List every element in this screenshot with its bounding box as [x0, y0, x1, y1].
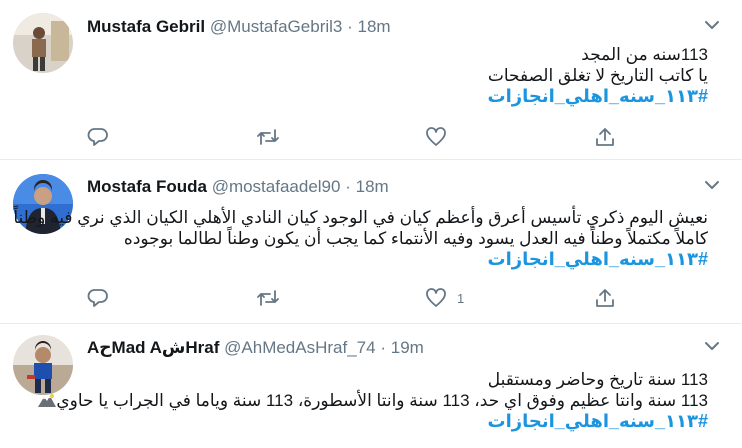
- retweet-button[interactable]: [256, 286, 280, 310]
- heart-icon: [425, 287, 447, 309]
- chevron-down-icon[interactable]: [702, 338, 722, 354]
- like-button[interactable]: 1: [425, 286, 464, 310]
- tweet-text: 113 سنة تاريخ وحاضر ومستقبل 113 سنة وانت…: [38, 369, 708, 432]
- share-button[interactable]: [594, 125, 616, 149]
- tweet-line: 113 سنة تاريخ وحاضر ومستقبل: [487, 370, 708, 389]
- like-count: 1: [457, 290, 465, 306]
- hashtag-link[interactable]: #١١٣_سنه_اهلي_انجازات: [87, 86, 708, 107]
- share-icon: [594, 287, 616, 309]
- heart-icon: [425, 126, 447, 148]
- tweet-line: كاملاً مكتملاً وطناً فيه العدل يسود وفيه…: [123, 229, 708, 248]
- user-handle[interactable]: @AhMedAsHraf_74: [224, 338, 375, 357]
- separator: ·: [380, 338, 386, 357]
- reply-icon: [87, 287, 109, 309]
- tweet-header: Mustafa Gebril @MustafaGebril3 · 18m: [87, 17, 391, 37]
- tweet-line: يا كاتب التاريخ لا تغلق الصفحات: [487, 66, 708, 85]
- reply-button[interactable]: [87, 286, 109, 310]
- user-name[interactable]: Mostafa Fouda: [87, 177, 207, 196]
- tweet-line: 113 سنة وانتا عظيم وفوق اي حد، 113 سنة و…: [56, 391, 708, 410]
- tweet-line: نعيش اليوم ذكري تأسيس أعرق وأعظم كيان في…: [13, 208, 708, 227]
- tweet[interactable]: AحMad AشHraf @AhMedAsHraf_74 · 19m 113 س…: [0, 324, 742, 448]
- tweet-line-with-emoji: 113 سنة وانتا عظيم وفوق اي حد، 113 سنة و…: [38, 390, 708, 411]
- separator: ·: [345, 177, 351, 196]
- mountain-emoji-icon: [38, 391, 57, 407]
- timestamp[interactable]: 18m: [356, 177, 389, 196]
- hashtag-link[interactable]: #١١٣_سنه_اهلي_انجازات: [87, 249, 708, 270]
- tweet[interactable]: Mustafa Gebril @MustafaGebril3 · 18m 113…: [0, 0, 742, 160]
- tweet-text: نعيش اليوم ذكري تأسيس أعرق وأعظم كيان في…: [13, 207, 708, 270]
- avatar[interactable]: [13, 335, 73, 395]
- tweet-header: Mostafa Fouda @mostafaadel90 · 18m: [87, 177, 389, 197]
- chevron-down-icon[interactable]: [702, 17, 722, 33]
- tweet-actions: 1: [0, 286, 742, 310]
- timestamp[interactable]: 19m: [391, 338, 424, 357]
- user-handle[interactable]: @mostafaadel90: [212, 177, 341, 196]
- retweet-button[interactable]: [256, 125, 280, 149]
- chevron-down-icon[interactable]: [702, 177, 722, 193]
- retweet-icon: [256, 126, 280, 148]
- user-handle[interactable]: @MustafaGebril3: [210, 17, 343, 36]
- retweet-icon: [256, 287, 280, 309]
- user-name[interactable]: Mustafa Gebril: [87, 17, 205, 36]
- avatar[interactable]: [13, 13, 73, 73]
- reply-icon: [87, 126, 109, 148]
- tweet[interactable]: Mostafa Fouda @mostafaadel90 · 18m نعيش …: [0, 160, 742, 324]
- user-name[interactable]: AحMad AشHraf: [87, 338, 219, 357]
- hashtag-link[interactable]: #١١٣_سنه_اهلي_انجازات: [87, 411, 708, 432]
- share-icon: [594, 126, 616, 148]
- like-button[interactable]: [425, 125, 457, 149]
- timestamp[interactable]: 18m: [358, 17, 391, 36]
- tweet-actions: [0, 125, 742, 149]
- separator: ·: [347, 17, 353, 36]
- reply-button[interactable]: [87, 125, 109, 149]
- tweet-line: 113سنه من المجد: [581, 45, 708, 64]
- share-button[interactable]: [594, 286, 616, 310]
- tweet-text: 113سنه من المجد يا كاتب التاريخ لا تغلق …: [87, 44, 708, 107]
- tweet-header: AحMad AشHraf @AhMedAsHraf_74 · 19m: [87, 338, 424, 358]
